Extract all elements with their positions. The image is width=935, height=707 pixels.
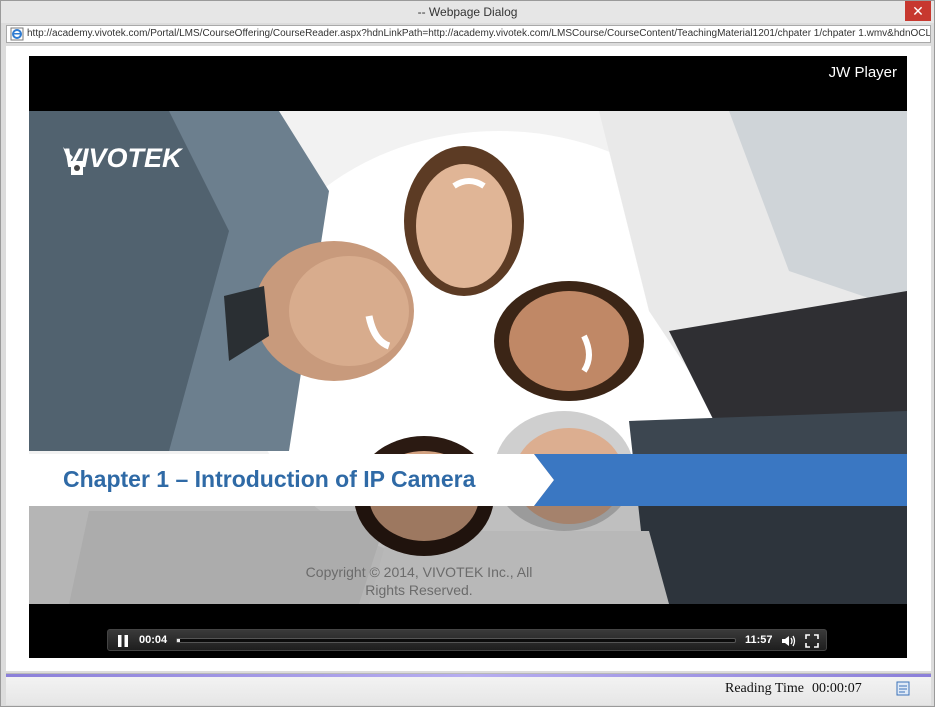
pause-icon[interactable] xyxy=(117,635,129,647)
dialog-content: JW Player VIVOTEK Chapter 1 – Introducti… xyxy=(6,46,931,671)
banner-blue-panel xyxy=(534,454,907,506)
vivotek-logo: VIVOTEK xyxy=(61,143,182,175)
player-controlbar: 00:04 11:57 xyxy=(107,629,827,651)
notes-icon[interactable] xyxy=(895,680,911,696)
video-player[interactable]: JW Player VIVOTEK Chapter 1 – Introducti… xyxy=(29,56,907,658)
video-frame[interactable]: VIVOTEK Chapter 1 – Introduction of IP C… xyxy=(29,111,907,604)
webpage-dialog-window: -- Webpage Dialog ✕ http://academy.vivot… xyxy=(0,0,935,707)
copyright-text: Copyright © 2014, VIVOTEK Inc., All Righ… xyxy=(305,564,533,598)
total-time: 11:57 xyxy=(745,634,773,646)
current-time: 00:04 xyxy=(139,634,168,646)
reading-time: Reading Time 00:00:07 xyxy=(725,681,862,697)
window-title: -- Webpage Dialog xyxy=(417,5,518,19)
player-brand: JW Player xyxy=(828,64,897,81)
ie-page-icon xyxy=(10,27,24,41)
reading-time-label: Reading Time xyxy=(725,681,804,696)
seek-bar-progress xyxy=(177,639,180,642)
chapter-title: Chapter 1 – Introduction of IP Camera xyxy=(63,466,476,492)
volume-icon[interactable] xyxy=(781,634,797,648)
vivotek-mark-icon xyxy=(63,147,83,175)
seek-bar[interactable] xyxy=(176,638,736,643)
close-button[interactable]: ✕ xyxy=(905,1,931,21)
fullscreen-icon[interactable] xyxy=(805,634,819,648)
url-text: http://academy.vivotek.com/Portal/LMS/Co… xyxy=(27,28,931,39)
address-bar[interactable]: http://academy.vivotek.com/Portal/LMS/Co… xyxy=(6,25,931,43)
title-bar: -- Webpage Dialog ✕ xyxy=(1,1,934,23)
status-accent-line xyxy=(6,674,931,677)
chapter-banner: Chapter 1 – Introduction of IP Camera xyxy=(29,454,907,506)
reading-time-value: 00:00:07 xyxy=(811,681,862,696)
video-scene-image xyxy=(29,111,907,604)
status-bar: Reading Time 00:00:07 xyxy=(6,673,931,705)
